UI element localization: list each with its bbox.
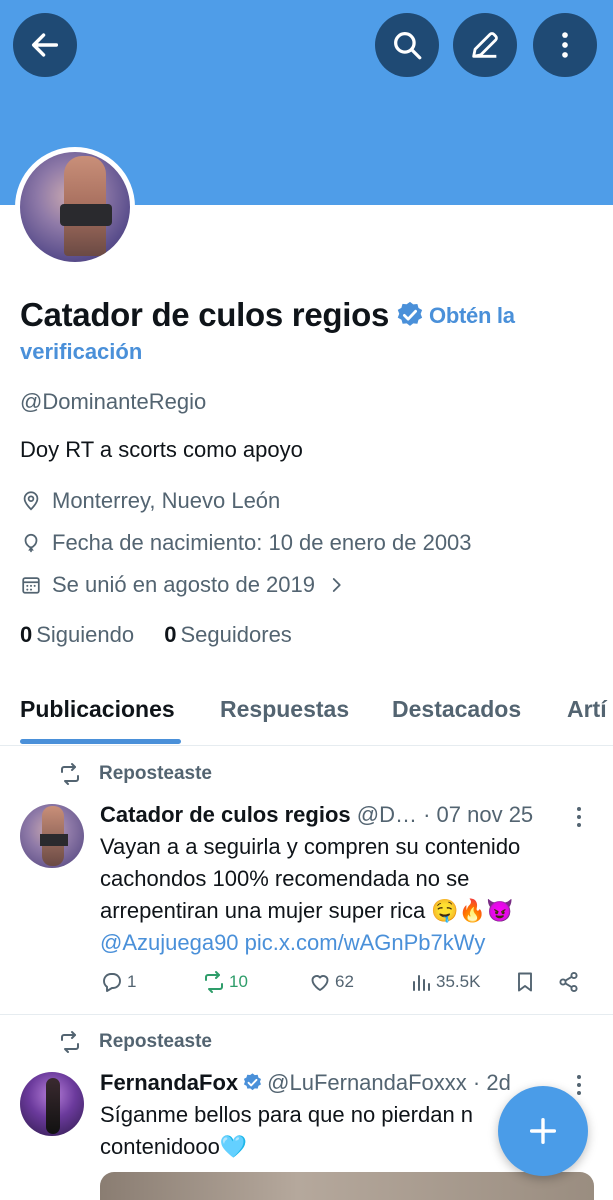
followers-link[interactable]: 0 Seguidores bbox=[164, 622, 292, 647]
tab-publicaciones[interactable]: Publicaciones bbox=[20, 696, 175, 723]
tab-respuestas[interactable]: Respuestas bbox=[220, 696, 349, 723]
search-icon bbox=[394, 32, 422, 60]
follow-stats: 0 Siguiendo 0 Seguidores bbox=[20, 622, 292, 648]
profile-bio: Doy RT a scorts como apoyo bbox=[20, 437, 303, 462]
tab-articulos[interactable]: Artí bbox=[567, 696, 607, 723]
post-more-icon[interactable] bbox=[572, 1073, 586, 1097]
bookmark-icon bbox=[518, 972, 532, 992]
following-label: Siguiendo bbox=[36, 622, 135, 647]
reply-button[interactable]: 1 bbox=[100, 970, 136, 994]
balloon-icon bbox=[24, 533, 38, 553]
post-meta: @D… · 07 nov 25 bbox=[356, 802, 534, 827]
repost-label: Reposteaste bbox=[58, 1030, 212, 1054]
repost-icon bbox=[205, 971, 223, 993]
repost-label: Reposteaste bbox=[58, 762, 212, 786]
more-vertical-icon bbox=[562, 32, 568, 58]
post-text-line: Vayan a a seguirla y compren su contenid… bbox=[100, 834, 521, 859]
repost-icon bbox=[61, 1031, 79, 1053]
post-avatar[interactable] bbox=[20, 1072, 84, 1136]
share-button[interactable] bbox=[557, 970, 584, 994]
mention-link[interactable]: @Azujuega90 bbox=[100, 930, 239, 955]
bookmark-button[interactable] bbox=[513, 970, 540, 994]
profile-handle: @DominanteRegio bbox=[20, 389, 207, 414]
like-count: 62 bbox=[335, 972, 354, 991]
repost-label-text: Reposteaste bbox=[99, 1031, 212, 1052]
profile-tabs: Publicaciones Respuestas Destacados Artí bbox=[0, 690, 613, 746]
post-avatar[interactable] bbox=[20, 804, 84, 868]
like-icon bbox=[311, 975, 329, 991]
profile-avatar[interactable] bbox=[15, 147, 135, 267]
profile-joined[interactable]: Se unió en agosto de 2019 bbox=[20, 572, 345, 598]
post-more-icon[interactable] bbox=[572, 805, 586, 829]
verified-badge-icon bbox=[244, 1073, 262, 1091]
profile-name: Catador de culos regios bbox=[20, 296, 390, 333]
verified-badge-icon bbox=[397, 301, 423, 326]
like-button[interactable]: 62 bbox=[308, 970, 354, 994]
location-pin-icon bbox=[23, 491, 39, 511]
back-button[interactable] bbox=[13, 13, 77, 77]
post-meta: @LuFernandaFoxxx · 2d bbox=[267, 1070, 511, 1095]
following-link[interactable]: 0 Siguiendo bbox=[20, 622, 134, 647]
plus-icon bbox=[529, 1117, 557, 1145]
reply-count: 1 bbox=[127, 972, 137, 991]
profile-location: Monterrey, Nuevo León bbox=[20, 488, 280, 514]
post-text: Vayan a a seguirla y compren su contenid… bbox=[100, 831, 590, 959]
repost-button[interactable]: 10 bbox=[202, 970, 248, 994]
post-text-line: arrepentiran una mujer super rica 🤤🔥😈 bbox=[100, 898, 514, 923]
active-tab-indicator bbox=[20, 739, 181, 744]
post-text-line: cachondos 100% recomendada no se bbox=[100, 866, 470, 891]
post-header: Catador de culos regios @D… · 07 nov 25 bbox=[100, 802, 533, 828]
followers-label: Seguidores bbox=[180, 622, 292, 647]
post-author[interactable]: Catador de culos regios bbox=[100, 802, 351, 827]
post-header: FernandaFox @LuFernandaFoxxx · 2d bbox=[100, 1070, 511, 1096]
profile-birthdate: Fecha de nacimiento: 10 de enero de 2003 bbox=[20, 530, 472, 556]
location-text: Monterrey, Nuevo León bbox=[52, 488, 281, 513]
post-media-thumbnail[interactable] bbox=[100, 1172, 594, 1200]
share-icon bbox=[559, 971, 578, 993]
tab-destacados[interactable]: Destacados bbox=[392, 696, 521, 723]
views-count: 35.5K bbox=[436, 972, 481, 991]
avatar-image bbox=[20, 152, 130, 262]
search-button[interactable] bbox=[375, 13, 439, 77]
views-button[interactable]: 35.5K bbox=[409, 970, 480, 994]
edit-button[interactable] bbox=[453, 13, 517, 77]
edit-icon bbox=[472, 32, 498, 58]
repost-icon bbox=[61, 763, 79, 785]
chevron-right-icon bbox=[332, 578, 341, 592]
get-verified-link-2[interactable]: verificación bbox=[20, 339, 142, 365]
media-link[interactable]: pic.x.com/wAGnPb7kWy bbox=[245, 930, 486, 955]
compose-fab-button[interactable] bbox=[498, 1086, 588, 1176]
back-arrow-icon bbox=[31, 33, 59, 57]
post-actions: 1 10 62 35.5K bbox=[100, 970, 590, 1000]
joined-text: Se unió en agosto de 2019 bbox=[52, 572, 316, 597]
post-divider bbox=[0, 1014, 613, 1015]
repost-label-text: Reposteaste bbox=[99, 763, 212, 784]
profile-name-row: Catador de culos regios Obtén la bbox=[20, 294, 600, 337]
followers-count: 0 bbox=[164, 622, 177, 647]
repost-count: 10 bbox=[229, 972, 248, 991]
following-count: 0 bbox=[20, 622, 33, 647]
calendar-icon bbox=[22, 577, 40, 594]
get-verified-link[interactable]: Obtén la bbox=[429, 303, 515, 328]
views-icon bbox=[413, 975, 430, 991]
more-options-button[interactable] bbox=[533, 13, 597, 77]
reply-icon bbox=[103, 973, 121, 992]
birthdate-text: Fecha de nacimiento: 10 de enero de 2003 bbox=[52, 530, 472, 555]
post-author[interactable]: FernandaFox bbox=[100, 1070, 238, 1095]
